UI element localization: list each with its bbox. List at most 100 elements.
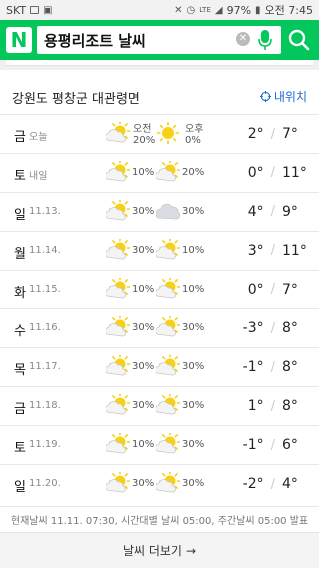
status-bar-right: ✕ ◷ LTE ◢ 97% ▮ 오전 7:45	[174, 2, 313, 18]
forecast-date: 11.16.	[29, 322, 61, 334]
temperature-range: 0° / 11°	[238, 165, 307, 181]
temperature-range: 1° / 8°	[238, 398, 306, 414]
target-icon	[259, 91, 271, 102]
pm-precip-chance: 30%	[182, 205, 205, 217]
partly-sunny-icon	[155, 470, 181, 494]
forecast-list: 금 오늘 오전 20% 오후 0% 2° / 7° 토 내일 10% 20% 0…	[0, 114, 319, 503]
low-temp: -2°	[242, 476, 264, 493]
pm-precip-chance: 10%	[182, 283, 205, 295]
forecast-date: 오늘	[29, 132, 48, 143]
forecast-date: 11.13.	[29, 205, 61, 217]
forecast-row[interactable]: 수 11.16. 30% 30% -3° / 8°	[0, 308, 319, 347]
more-weather-button[interactable]: 날씨 더보기 →	[0, 532, 319, 568]
search-header: N 용평리조트 날씨 ✕	[0, 20, 319, 60]
am-precip-chance: 10%	[132, 439, 155, 451]
battery-percent: 97%	[226, 3, 252, 17]
search-query[interactable]: 용평리조트 날씨	[44, 30, 146, 51]
partly-sunny-icon	[105, 470, 131, 494]
forecast-date: 11.17.	[29, 361, 61, 373]
forecast-row[interactable]: 토 내일 10% 20% 0° / 11°	[0, 152, 319, 192]
temp-separator: /	[270, 126, 275, 142]
more-weather-label: 날씨 더보기	[122, 544, 182, 558]
arrow-right-icon: →	[185, 543, 197, 558]
high-temp: 11°	[282, 242, 307, 259]
temp-separator: /	[270, 359, 275, 375]
pm-precip-chance: 0%	[185, 135, 201, 146]
forecast-row[interactable]: 토 11.19. 10% 30% -1° / 6°	[0, 425, 319, 464]
partly-sunny-icon	[105, 314, 131, 338]
status-bar: SKT ▣ ✕ ◷ LTE ◢ 97% ▮ 오전 7:45	[0, 0, 319, 20]
partly-sunny-icon	[155, 159, 181, 183]
partly-sunny-icon	[105, 275, 131, 300]
search-button[interactable]	[283, 24, 315, 56]
my-location-button[interactable]: 내위치	[259, 88, 307, 105]
temp-separator: /	[270, 243, 275, 259]
forecast-row[interactable]: 금 11.18. 30% 30% 1° / 8°	[0, 386, 319, 425]
temperature-range: -2° / 4°	[238, 476, 306, 492]
pm-precip-chance: 30%	[182, 478, 205, 490]
pm-precip-chance: 30%	[182, 322, 205, 334]
partly-sunny-icon	[155, 314, 181, 338]
high-temp: 7°	[282, 281, 298, 298]
forecast-date: 11.19.	[29, 439, 61, 451]
forecast-row[interactable]: 일 11.20. 30% 30% -2° / 4°	[0, 464, 319, 503]
high-temp: 7°	[282, 126, 298, 142]
sunny-icon	[156, 121, 180, 145]
high-temp: 8°	[282, 398, 298, 415]
network-type-label: LTE	[199, 6, 211, 14]
partly-sunny-icon	[155, 431, 181, 455]
microphone-icon[interactable]	[257, 29, 273, 51]
low-temp: -1°	[242, 359, 264, 376]
signal-icon: ◢	[214, 4, 223, 16]
forecast-row[interactable]: 화 11.15. 10% 10% 0° / 7°	[0, 269, 319, 309]
temp-separator: /	[270, 282, 275, 298]
forecast-date: 내일	[29, 170, 48, 182]
day-of-week: 일	[14, 207, 26, 223]
section-divider	[0, 60, 319, 70]
high-temp: 8°	[282, 359, 298, 376]
naver-logo[interactable]: N	[6, 27, 32, 53]
partly-sunny-icon	[105, 120, 131, 144]
partly-sunny-icon	[105, 197, 131, 222]
forecast-row[interactable]: 목 11.17. 30% 30% -1° / 8°	[0, 347, 319, 386]
low-temp: 0°	[247, 281, 264, 298]
low-temp: 4°	[247, 203, 264, 220]
forecast-row[interactable]: 금 오늘 오전 20% 오후 0% 2° / 7°	[0, 114, 319, 153]
temp-separator: /	[270, 204, 275, 220]
low-temp: -1°	[242, 437, 264, 454]
am-precip-chance: 30%	[132, 478, 155, 490]
partly-sunny-icon	[105, 353, 131, 377]
clear-icon[interactable]: ✕	[236, 32, 250, 46]
day-of-week: 금	[14, 402, 26, 418]
am-precip-chance: 30%	[132, 361, 155, 373]
my-location-label: 내위치	[273, 90, 307, 104]
am-label: 오전	[133, 124, 152, 135]
partly-sunny-icon	[155, 392, 181, 416]
high-temp: 4°	[282, 476, 298, 493]
day-of-week: 토	[14, 168, 26, 184]
am-precip-chance: 30%	[132, 400, 155, 412]
partly-sunny-icon	[105, 392, 131, 416]
clock: 오전 7:45	[264, 4, 313, 17]
day-of-week: 금	[14, 130, 26, 145]
am-precip-chance: 10%	[132, 283, 155, 295]
forecast-row[interactable]: 월 11.14. 30% 10% 3° / 11°	[0, 230, 319, 270]
partly-sunny-icon	[105, 159, 131, 183]
high-temp: 6°	[282, 437, 298, 454]
temperature-range: -1° / 6°	[238, 437, 306, 453]
temp-separator: /	[270, 320, 275, 336]
temp-separator: /	[270, 437, 275, 453]
alarm-icon: ◷	[186, 4, 196, 16]
search-input[interactable]: 용평리조트 날씨 ✕	[37, 26, 281, 54]
low-temp: 2°	[247, 126, 264, 142]
am-precip-chance: 30%	[132, 322, 155, 334]
temperature-range: -3° / 8°	[238, 320, 306, 336]
forecast-row[interactable]: 일 11.13. 30% 30% 4° / 9°	[0, 191, 319, 231]
temperature-range: 0° / 7°	[238, 282, 306, 298]
pm-precip-chance: 30%	[182, 361, 205, 373]
forecast-date: 11.20.	[29, 478, 61, 490]
pm-precip-chance: 30%	[182, 439, 205, 451]
day-of-week: 일	[14, 480, 26, 496]
temperature-range: -1° / 8°	[238, 359, 306, 375]
carrier-label: SKT	[6, 3, 27, 17]
